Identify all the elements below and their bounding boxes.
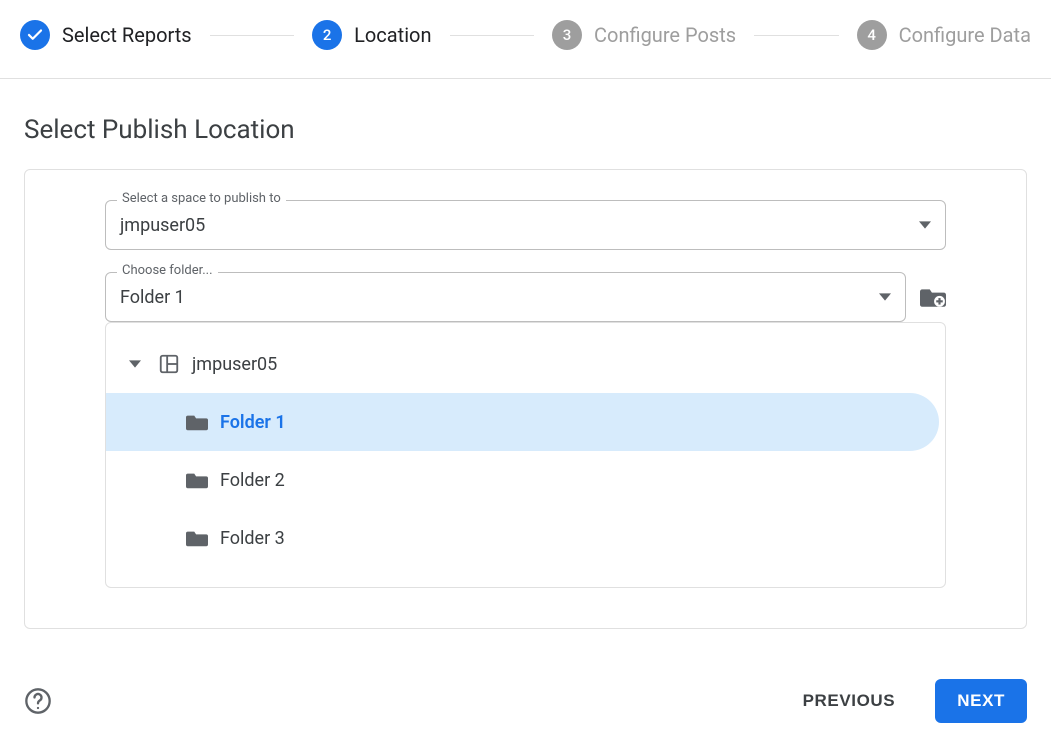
folder-icon (186, 470, 208, 490)
space-select-value: jmpuser05 (120, 215, 919, 236)
help-icon (24, 687, 52, 715)
step-label: Location (354, 23, 431, 47)
chevron-down-icon (879, 291, 891, 303)
help-button[interactable] (24, 687, 52, 715)
chevron-down-icon[interactable] (124, 358, 146, 370)
folder-select-label: Choose folder... (117, 263, 218, 278)
folder-select-value: Folder 1 (120, 287, 879, 308)
new-folder-button[interactable] (920, 286, 946, 308)
folder-select[interactable]: Choose folder... Folder 1 (105, 272, 906, 322)
new-folder-icon (920, 286, 946, 308)
tree-item-folder-3[interactable]: Folder 3 (106, 509, 945, 567)
previous-button[interactable]: PREVIOUS (781, 679, 918, 723)
main-content: Select Publish Location Select a space t… (0, 79, 1051, 653)
step-number-badge: 4 (857, 20, 887, 50)
check-icon (20, 20, 50, 50)
step-number-badge: 2 (312, 20, 342, 50)
step-number: 2 (323, 26, 332, 44)
step-connector (754, 35, 839, 36)
folder-icon (186, 528, 208, 548)
next-button[interactable]: NEXT (935, 679, 1027, 723)
chevron-down-icon (919, 219, 931, 231)
publish-location-card: Select a space to publish to jmpuser05 C… (24, 169, 1027, 629)
wizard-footer: PREVIOUS NEXT (0, 653, 1051, 733)
step-configure-posts[interactable]: 3 Configure Posts (552, 20, 736, 50)
tree-item-label: Folder 3 (220, 528, 285, 549)
tree-item-label: Folder 1 (220, 412, 286, 433)
step-number: 4 (867, 26, 876, 44)
step-number-badge: 3 (552, 20, 582, 50)
folder-icon (186, 412, 208, 432)
step-location[interactable]: 2 Location (312, 20, 431, 50)
tree-item-folder-1[interactable]: Folder 1 (106, 393, 939, 451)
wizard-stepper: Select Reports 2 Location 3 Configure Po… (0, 0, 1051, 79)
tree-root-label: jmpuser05 (192, 354, 277, 375)
space-select[interactable]: Select a space to publish to jmpuser05 (105, 200, 946, 250)
tree-root-row[interactable]: jmpuser05 (106, 335, 945, 393)
space-icon (158, 353, 180, 375)
step-label: Select Reports (62, 23, 192, 47)
step-select-reports[interactable]: Select Reports (20, 20, 192, 50)
step-configure-data[interactable]: 4 Configure Data (857, 20, 1031, 50)
space-select-label: Select a space to publish to (117, 191, 286, 206)
step-connector (450, 35, 535, 36)
tree-item-label: Folder 2 (220, 470, 285, 491)
step-number: 3 (563, 26, 572, 44)
step-label: Configure Data (899, 23, 1031, 47)
folder-tree: jmpuser05 Folder 1 Folder 2 Folder 3 (105, 322, 946, 588)
step-connector (210, 35, 295, 36)
page-title: Select Publish Location (24, 115, 1027, 145)
step-label: Configure Posts (594, 23, 736, 47)
tree-item-folder-2[interactable]: Folder 2 (106, 451, 945, 509)
